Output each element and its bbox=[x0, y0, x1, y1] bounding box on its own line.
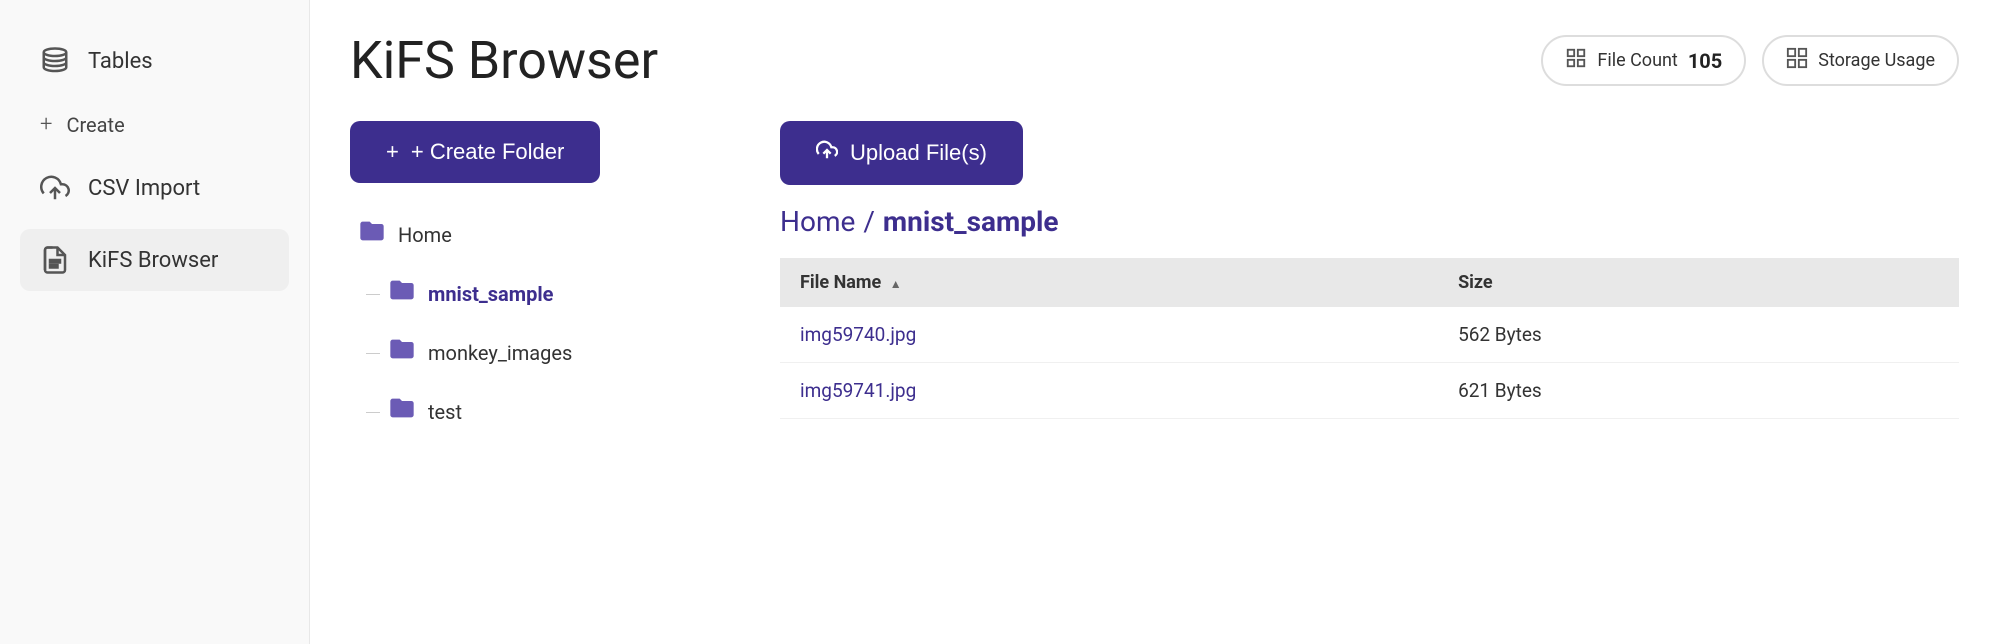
upload-label: Upload File(s) bbox=[850, 140, 987, 166]
header: KiFS Browser File Count 105 bbox=[350, 30, 1959, 91]
grid-icon bbox=[1565, 47, 1587, 74]
sidebar-kifs-label: KiFS Browser bbox=[88, 248, 218, 273]
header-actions: File Count 105 Storage Usage bbox=[1541, 35, 1959, 86]
sidebar-create-label: Create bbox=[66, 113, 124, 137]
sidebar-csv-label: CSV Import bbox=[88, 176, 200, 201]
breadcrumb-current: mnist_sample bbox=[883, 205, 1059, 238]
breadcrumb: Home / mnist_sample bbox=[780, 205, 1959, 238]
file-count-badge[interactable]: File Count 105 bbox=[1541, 35, 1746, 86]
right-panel: Upload File(s) Home / mnist_sample File … bbox=[780, 121, 1959, 624]
file-size-cell: 621 Bytes bbox=[1438, 363, 1959, 419]
content-area: + + Create Folder Home bbox=[350, 121, 1959, 624]
sidebar-item-csv-import[interactable]: CSV Import bbox=[20, 157, 289, 219]
col-filename-label: File Name bbox=[800, 272, 881, 293]
tables-icon bbox=[40, 46, 70, 76]
folder-test[interactable]: test bbox=[380, 384, 730, 439]
folder-monkey-images[interactable]: monkey_images bbox=[380, 325, 730, 380]
kifs-browser-icon bbox=[40, 245, 70, 275]
storage-label: Storage Usage bbox=[1818, 50, 1935, 71]
folder-mnist-label: mnist_sample bbox=[428, 282, 553, 306]
create-folder-button[interactable]: + + Create Folder bbox=[350, 121, 600, 183]
plus-icon: + bbox=[40, 112, 52, 137]
page-title: KiFS Browser bbox=[350, 30, 658, 91]
file-size-cell: 562 Bytes bbox=[1438, 307, 1959, 363]
main-content: KiFS Browser File Count 105 bbox=[310, 0, 1999, 644]
sidebar: Tables + Create CSV Import KiFS Browser bbox=[0, 0, 310, 644]
breadcrumb-separator: / bbox=[863, 205, 875, 238]
sidebar-item-kifs-browser[interactable]: KiFS Browser bbox=[20, 229, 289, 291]
file-count-label: File Count bbox=[1597, 50, 1677, 71]
sidebar-tables-label: Tables bbox=[88, 49, 153, 74]
folder-home-label: Home bbox=[398, 223, 452, 247]
sidebar-item-tables[interactable]: Tables bbox=[20, 30, 289, 92]
folder-tree: Home mnist_sample bbox=[350, 207, 730, 439]
col-size[interactable]: Size bbox=[1438, 258, 1959, 307]
file-name-cell[interactable]: img59741.jpg bbox=[780, 363, 1438, 419]
file-table-body: img59740.jpg 562 Bytes img59741.jpg 621 … bbox=[780, 307, 1959, 419]
folder-home[interactable]: Home bbox=[350, 207, 730, 262]
folder-test-icon bbox=[388, 394, 416, 429]
folder-monkey-icon bbox=[388, 335, 416, 370]
sidebar-item-create[interactable]: + Create bbox=[20, 102, 289, 147]
folder-mnist-icon bbox=[388, 276, 416, 311]
col-size-label: Size bbox=[1458, 272, 1493, 293]
sort-arrow-icon: ▲ bbox=[890, 277, 902, 291]
folder-home-icon bbox=[358, 217, 386, 252]
left-panel: + + Create Folder Home bbox=[350, 121, 730, 624]
file-name-cell[interactable]: img59740.jpg bbox=[780, 307, 1438, 363]
folder-test-label: test bbox=[428, 400, 462, 424]
file-count-value: 105 bbox=[1688, 49, 1722, 73]
plus-folder-icon: + bbox=[386, 139, 399, 165]
file-table-header: File Name ▲ Size bbox=[780, 258, 1959, 307]
folder-mnist-sample[interactable]: mnist_sample bbox=[380, 266, 730, 321]
upload-icon bbox=[816, 139, 838, 167]
storage-usage-badge[interactable]: Storage Usage bbox=[1762, 35, 1959, 86]
csv-upload-icon bbox=[40, 173, 70, 203]
file-table: File Name ▲ Size img59740.jpg 562 Bytes bbox=[780, 258, 1959, 419]
table-row[interactable]: img59741.jpg 621 Bytes bbox=[780, 363, 1959, 419]
col-filename[interactable]: File Name ▲ bbox=[780, 258, 1438, 307]
folder-monkey-label: monkey_images bbox=[428, 341, 572, 365]
table-row[interactable]: img59740.jpg 562 Bytes bbox=[780, 307, 1959, 363]
create-folder-label: + Create Folder bbox=[411, 139, 564, 165]
breadcrumb-home[interactable]: Home bbox=[780, 205, 855, 238]
upload-files-button[interactable]: Upload File(s) bbox=[780, 121, 1023, 185]
storage-icon bbox=[1786, 47, 1808, 74]
